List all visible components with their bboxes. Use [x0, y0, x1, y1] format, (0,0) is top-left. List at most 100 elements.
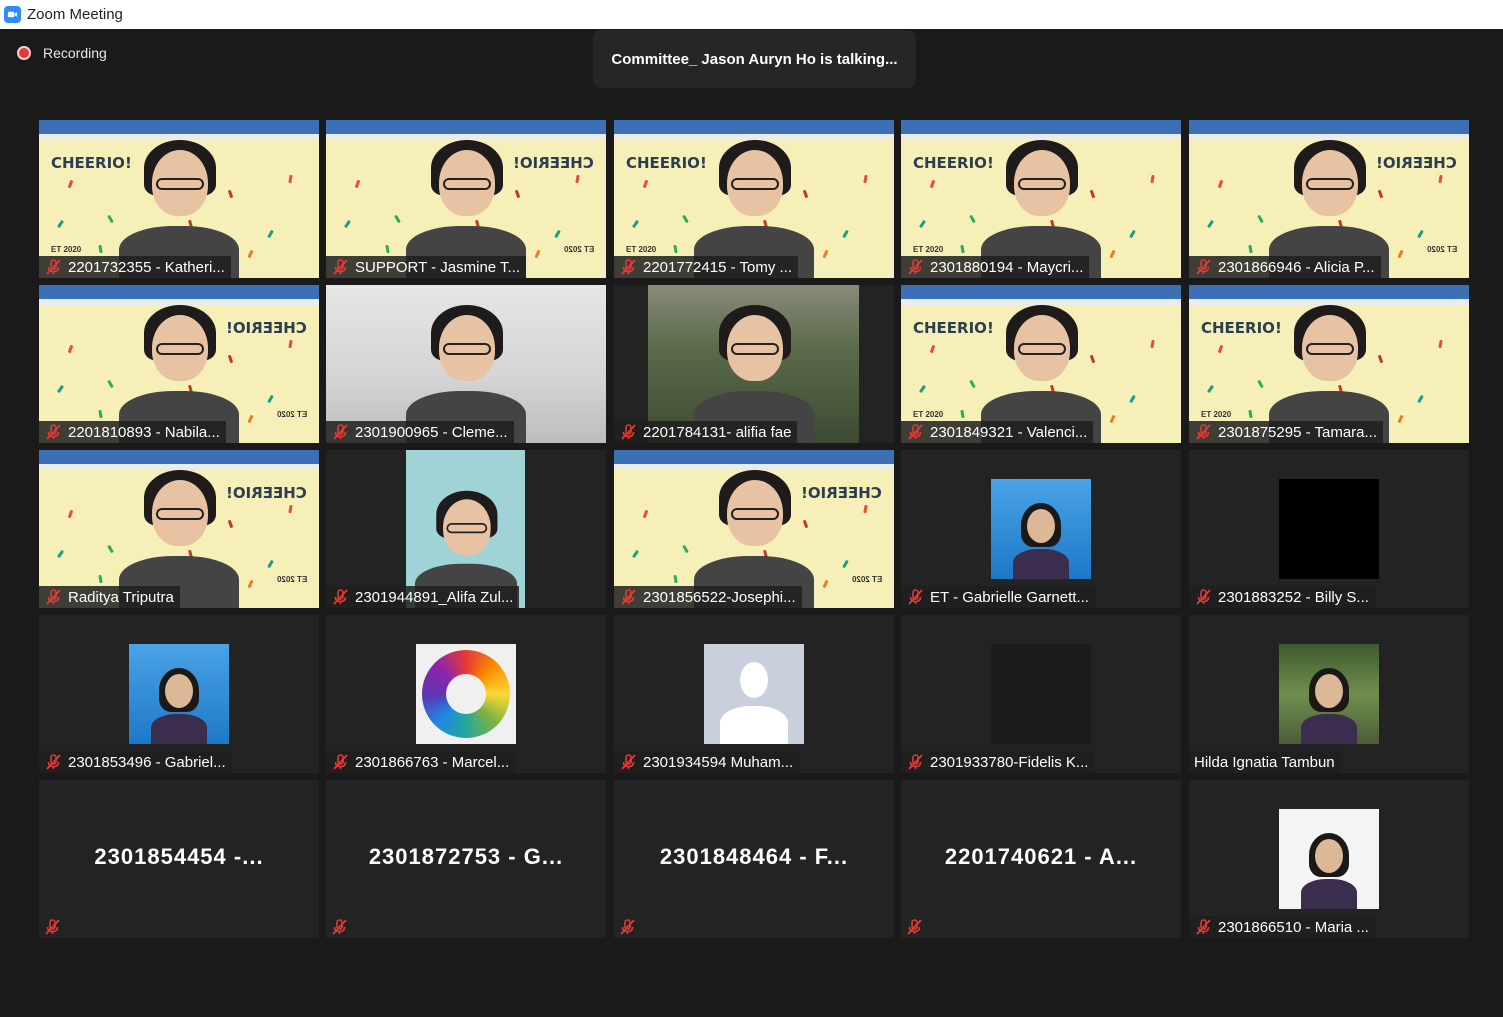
participant-tile[interactable]: 2301866510 - Maria ... [1189, 780, 1469, 938]
participant-name-label: 2301944891_Alifa Zul... [326, 586, 520, 608]
muted-mic-icon [331, 753, 349, 771]
profile-picture [416, 644, 516, 744]
confetti-shape [673, 574, 678, 584]
confetti-shape [1438, 174, 1443, 184]
glasses [1018, 178, 1066, 190]
confetti-shape [1397, 249, 1404, 259]
muted-mic-icon [1194, 423, 1212, 441]
confetti-shape [918, 384, 927, 394]
participant-tile[interactable]: CHEERIO! ET 2020 2201772415 - Tomy ... [614, 120, 894, 278]
et-text: ET 2020 [276, 410, 307, 419]
participant-name: 2301866510 - Maria ... [1218, 918, 1369, 936]
participant-name: 2301880194 - Maycri... [930, 258, 1084, 276]
participant-name-label: 2201732355 - Katheri... [39, 256, 231, 278]
muted-mic-icon [1194, 258, 1212, 276]
confetti-shape [67, 509, 74, 519]
profile-picture [1279, 809, 1379, 909]
participant-tile[interactable]: Hilda Ignatia Tambun [1189, 615, 1469, 773]
browser-bar [326, 120, 606, 140]
confetti-shape [642, 509, 649, 519]
confetti-shape [822, 249, 829, 259]
confetti-shape [918, 219, 927, 229]
portrait-figure [1013, 501, 1069, 579]
participant-tile[interactable]: 2301848464 - F... [614, 780, 894, 938]
portrait-figure [1301, 831, 1357, 909]
muted-mic-icon [905, 918, 923, 936]
participant-name: 2301934594 Muham... [643, 753, 794, 771]
participant-tile[interactable]: CHEERIO! ET 2020 2201732355 - Katheri... [39, 120, 319, 278]
participant-tile[interactable]: 2301853496 - Gabriel... [39, 615, 319, 773]
profile-picture [1279, 644, 1379, 744]
muted-mic-icon [1194, 588, 1212, 606]
participant-tile[interactable]: 2301854454 -... [39, 780, 319, 938]
et-text: ET 2020 [1426, 245, 1457, 254]
participant-name-label: 2201772415 - Tomy ... [614, 256, 798, 278]
et-text: ET 2020 [851, 575, 882, 584]
participant-tile[interactable]: CHEERIO! ET 2020 2301866946 - Alicia P... [1189, 120, 1469, 278]
participant-tile[interactable]: 2301883252 - Billy S... [1189, 450, 1469, 608]
confetti-shape [267, 559, 274, 569]
participant-name: ET - Gabrielle Garnett... [930, 588, 1089, 606]
confetti-shape [1109, 249, 1116, 259]
body [1301, 879, 1357, 909]
confetti-shape [1150, 174, 1155, 184]
participant-tile[interactable]: CHEERIO! ET 2020 SUPPORT - Jasmine T... [326, 120, 606, 278]
et-text: ET 2020 [626, 245, 657, 254]
face [1315, 839, 1343, 873]
muted-mic-icon [331, 423, 349, 441]
participant-tile[interactable]: ET - Gabrielle Garnett... [901, 450, 1181, 608]
muted-mic-icon [906, 258, 924, 276]
browser-bar [901, 120, 1181, 140]
muted-mic-icon [44, 423, 62, 441]
participant-name-label: 2301900965 - Cleme... [326, 421, 514, 443]
muted-mic-icon [619, 753, 637, 771]
participant-name: 2301866763 - Marcel... [355, 753, 510, 771]
confetti-shape [642, 179, 649, 189]
participant-name: 2201810893 - Nabila... [68, 423, 220, 441]
color-wheel-icon [422, 650, 510, 738]
confetti-shape [267, 229, 274, 239]
video-feed: CHEERIO! ET 2020 [1189, 120, 1469, 278]
participant-tile[interactable]: CHEERIO! ET 2020 Raditya Triputra [39, 450, 319, 608]
participant-tile[interactable]: CHEERIO! ET 2020 2301849321 - Valenci... [901, 285, 1181, 443]
participant-tile[interactable]: 2301944891_Alifa Zul... [326, 450, 606, 608]
participant-name-label: 2301880194 - Maycri... [901, 256, 1090, 278]
glasses [156, 508, 204, 520]
participant-name-label: 2301934594 Muham... [614, 751, 800, 773]
glasses [156, 178, 204, 190]
participant-name: 2301900965 - Cleme... [355, 423, 508, 441]
participant-tile[interactable]: 2301933780-Fidelis K... [901, 615, 1181, 773]
confetti-shape [1206, 384, 1215, 394]
participant-tile[interactable]: 2301872753 - G... [326, 780, 606, 938]
et-text: ET 2020 [913, 245, 944, 254]
participant-tile[interactable]: CHEERIO! ET 2020 2301875295 - Tamara... [1189, 285, 1469, 443]
body [1301, 714, 1357, 744]
confetti-shape [394, 214, 401, 224]
confetti-shape [863, 504, 868, 514]
participant-tile[interactable]: 2301934594 Muham... [614, 615, 894, 773]
video-feed: CHEERIO! ET 2020 [1189, 285, 1469, 443]
participant-tile[interactable]: CHEERIO! ET 2020 2301880194 - Maycri... [901, 120, 1181, 278]
browser-bar [1189, 285, 1469, 305]
face [1315, 674, 1343, 708]
browser-bar [901, 285, 1181, 305]
participant-name-label: Raditya Triputra [39, 586, 180, 608]
et-text: ET 2020 [1201, 410, 1232, 419]
participant-tile[interactable]: 2201784131- alifia fae [614, 285, 894, 443]
participant-name: 2201784131- alifia fae [643, 423, 792, 441]
participant-name-label: ET - Gabrielle Garnett... [901, 586, 1095, 608]
glasses [1018, 343, 1066, 355]
participant-name-label: 2301866946 - Alicia P... [1189, 256, 1381, 278]
participant-tile[interactable]: 2201740621 - A... [901, 780, 1181, 938]
participant-name: 2301933780-Fidelis K... [930, 753, 1089, 771]
profile-picture [704, 644, 804, 744]
participant-name: 2201732355 - Katheri... [68, 258, 225, 276]
participant-tile[interactable]: 2301900965 - Cleme... [326, 285, 606, 443]
participant-name-label: 2301933780-Fidelis K... [901, 751, 1095, 773]
participant-tile[interactable]: 2301866763 - Marcel... [326, 615, 606, 773]
profile-picture [129, 644, 229, 744]
participant-tile[interactable]: CHEERIO! ET 2020 2301856522-Josephi... [614, 450, 894, 608]
confetti-shape [960, 409, 965, 419]
participant-tile[interactable]: CHEERIO! ET 2020 2201810893 - Nabila... [39, 285, 319, 443]
confetti-shape [56, 549, 65, 559]
